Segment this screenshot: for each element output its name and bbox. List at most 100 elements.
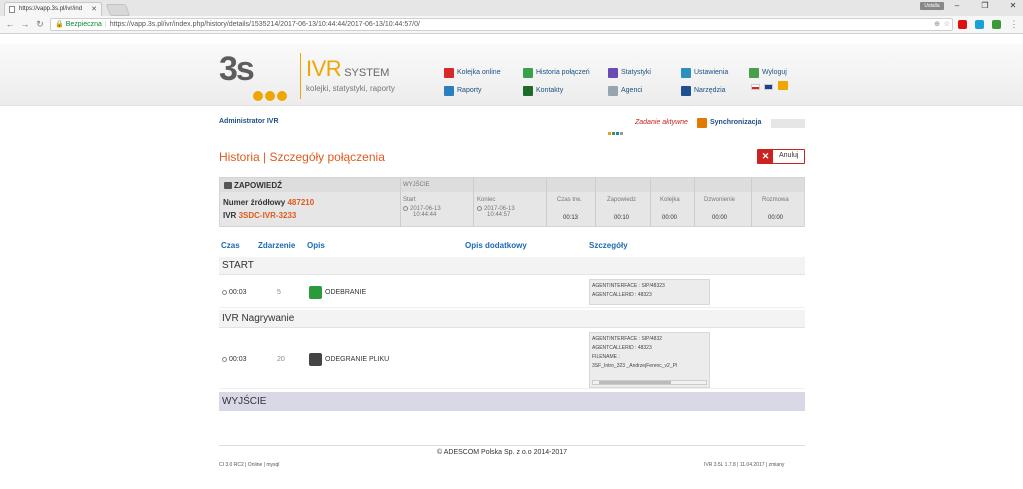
- app-header: 3s IVR SYSTEM kolejki, statystyki, raport…: [0, 44, 1023, 106]
- event-count: 20: [277, 356, 285, 363]
- browser-tab-strip: https://vapp.3s.pl/ivr/ind ✕ Ustalla – ❐…: [0, 0, 1023, 16]
- framework-version: CI 3.0 RC2 | Online | mysql: [219, 462, 280, 468]
- forward-icon[interactable]: →: [19, 18, 31, 30]
- new-tab-button[interactable]: [105, 4, 131, 16]
- summary-exit-label: WYJŚCIE: [403, 182, 430, 188]
- queue-label: Kolejka: [660, 197, 680, 203]
- tab-title: https://vapp.3s.pl/ivr/ind: [19, 6, 83, 12]
- close-tab-icon[interactable]: ✕: [91, 3, 97, 16]
- history-list-icon: [523, 68, 533, 78]
- col-event: Zdarzenie: [258, 241, 296, 250]
- shield-extension-icon[interactable]: [992, 20, 1001, 29]
- event-label: ODEGRANIE PLIKU: [325, 356, 390, 363]
- event-time: 00:03: [222, 289, 247, 296]
- announcement-value: 00:10: [614, 215, 630, 221]
- menu-agents[interactable]: Agenci: [608, 85, 642, 97]
- footer-divider: [219, 445, 805, 446]
- chat-extension-icon[interactable]: [975, 20, 984, 29]
- lang-extra-icon[interactable]: [778, 81, 788, 90]
- logout-icon: [749, 68, 759, 78]
- lock-icon: 🔒: [55, 21, 64, 28]
- logo-divider: [300, 53, 301, 99]
- maximize-icon[interactable]: ❐: [976, 0, 994, 12]
- queue-value: 00:00: [662, 215, 678, 221]
- brand-system: SYSTEM: [344, 67, 390, 79]
- menu-logout[interactable]: Wyloguj: [749, 67, 787, 79]
- cancel-label: Anuluj: [779, 152, 799, 159]
- reload-icon[interactable]: ↻: [34, 18, 46, 30]
- flag-en-icon[interactable]: [764, 84, 773, 90]
- end-datetime: 2017-06-13 10:44:57: [477, 206, 515, 218]
- app-version[interactable]: IVR 3.5L 1.7.8 | 11.04.2017 | zmiany: [704, 462, 784, 468]
- table-row: 00:03 5 ODEBRANIE AGENTINTERFACE : SIP/4…: [219, 276, 805, 308]
- duration-label: Czas trw.: [557, 197, 582, 203]
- play-file-icon: [309, 353, 322, 366]
- admin-bar: Administrator IVR Zadanie aktywne Synchr…: [219, 118, 805, 135]
- task-status[interactable]: Zadanie aktywne: [635, 119, 688, 126]
- profile-badge[interactable]: Ustalla: [920, 2, 944, 10]
- contacts-book-icon: [523, 86, 533, 96]
- menu-reports[interactable]: Raporty: [444, 85, 482, 97]
- admin-user[interactable]: Administrator IVR: [219, 118, 279, 125]
- menu-statistics[interactable]: Statystyki: [608, 67, 651, 79]
- announcement-icon: [224, 182, 232, 189]
- col-details: Szczegóły: [589, 241, 628, 250]
- ringing-label: Dzwonienie: [704, 197, 736, 203]
- flag-pl-icon[interactable]: [751, 84, 760, 90]
- secure-label: Bezpieczna: [65, 21, 102, 28]
- bar-chart-icon: [608, 68, 618, 78]
- address-bar[interactable]: 🔒 Bezpieczna | https://vapp.3s.pl/ivr/index…: [50, 18, 953, 31]
- event-time: 00:03: [222, 356, 247, 363]
- star-icon[interactable]: ☆: [944, 19, 950, 30]
- phone-answer-icon: [309, 286, 322, 299]
- back-icon[interactable]: ←: [4, 18, 16, 30]
- tools-icon: [681, 86, 691, 96]
- menu-settings[interactable]: Ustawienia: [681, 67, 728, 79]
- redacted-field: [771, 119, 805, 128]
- menu-kebab-icon[interactable]: ⋮: [1008, 18, 1020, 30]
- queue-icon: [444, 68, 454, 78]
- menu-contacts[interactable]: Kontakty: [523, 85, 563, 97]
- clock-icon: [477, 206, 482, 211]
- minimize-icon[interactable]: –: [948, 0, 966, 12]
- opera-extension-icon[interactable]: [958, 20, 967, 29]
- talk-value: 00:00: [768, 215, 784, 221]
- brand: IVR SYSTEM kolejki, statystyki, raporty: [306, 56, 395, 93]
- announcement-label: Zapowiedz: [607, 197, 637, 203]
- close-icon: ✕: [758, 150, 773, 163]
- url-text: https://vapp.3s.pl/ivr/index.php/history…: [109, 21, 420, 28]
- clock-icon: [403, 206, 408, 211]
- event-details[interactable]: AGENTINTERFACE : SIP/4832 AGENTCALLERID …: [589, 332, 710, 388]
- event-details[interactable]: AGENTINTERFACE : SIP/48323 AGENTCALLERID…: [589, 279, 710, 305]
- browser-toolbar: ← → ↻ 🔒 Bezpieczna | https://vapp.3s.pl/ivr…: [0, 16, 1023, 34]
- menu-tools[interactable]: Narzędzia: [681, 85, 726, 97]
- col-desc: Opis: [307, 241, 325, 250]
- close-window-icon[interactable]: ✕: [1004, 0, 1022, 12]
- sync-icon[interactable]: [697, 118, 707, 128]
- agents-icon: [608, 86, 618, 96]
- brand-ivr: IVR: [306, 56, 342, 81]
- page-title: Historia | Szczegóły połączenia: [219, 150, 385, 164]
- zoom-icon[interactable]: ⊕: [934, 19, 940, 30]
- logo[interactable]: 3s: [219, 50, 299, 101]
- summary-section-title: ZAPOWIEDŹ: [234, 181, 282, 190]
- browser-tab[interactable]: https://vapp.3s.pl/ivr/ind ✕: [4, 2, 102, 16]
- copyright: © ADESCOM Polska Sp. z o.o 2014-2017: [437, 449, 568, 456]
- end-label: Koniec: [477, 197, 496, 203]
- clock-icon: [222, 289, 227, 295]
- source-number: Numer źródłowy 487210: [223, 198, 331, 207]
- horizontal-scrollbar[interactable]: [592, 380, 707, 385]
- event-count: 5: [277, 289, 281, 296]
- cancel-button[interactable]: ✕ Anuluj: [757, 149, 805, 164]
- col-extra: Opis dodatkowy: [465, 241, 527, 250]
- menu-call-history[interactable]: Historia połączeń: [523, 67, 590, 79]
- ringing-value: 00:00: [712, 215, 728, 221]
- section-start: START: [219, 257, 805, 275]
- settings-icon: [681, 68, 691, 78]
- menu-queue-online[interactable]: Kolejka online: [444, 67, 501, 79]
- report-icon: [444, 86, 454, 96]
- col-time: Czas: [221, 241, 240, 250]
- section-exit: WYJŚCIE: [219, 392, 805, 411]
- sync-label[interactable]: Synchronizacja: [710, 119, 761, 126]
- duration-value: 00:13: [563, 215, 579, 221]
